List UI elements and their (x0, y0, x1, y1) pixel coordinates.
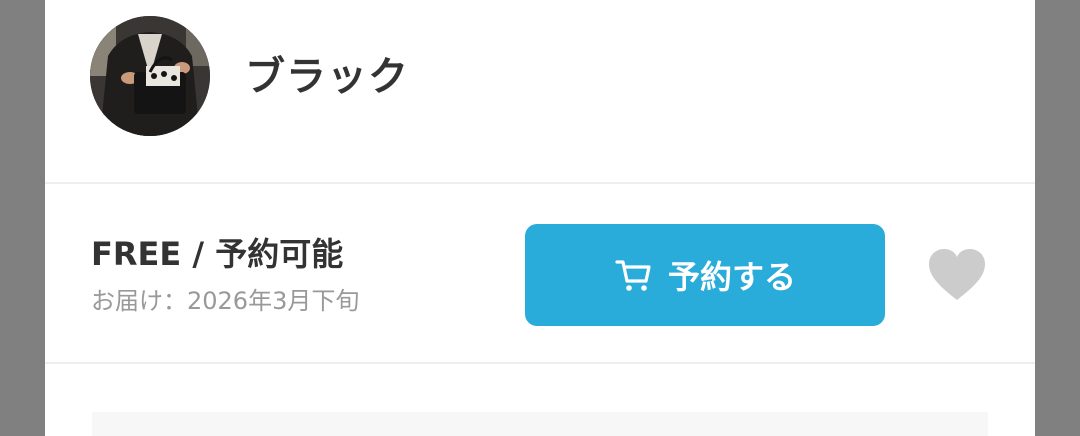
delivery-date-text: お届け：2026年3月下旬 (91, 287, 360, 315)
color-variant-row[interactable]: ブラック (45, 0, 1035, 183)
reserve-button-label: 予約する (667, 258, 796, 296)
color-name-label: ブラック (245, 54, 409, 100)
product-variant-panel: ブラック FREE / 予約可能 お届け：2026年3月下旬 予約する (45, 0, 1035, 436)
cart-icon (614, 255, 654, 295)
reserve-button[interactable]: 予約する (525, 224, 885, 326)
divider (45, 362, 1035, 364)
size-availability-label: FREE / 予約可能 (91, 235, 344, 273)
color-swatch-image[interactable] (90, 16, 210, 136)
next-section-box (92, 412, 988, 436)
divider (45, 182, 1035, 184)
heart-icon[interactable] (927, 248, 987, 302)
